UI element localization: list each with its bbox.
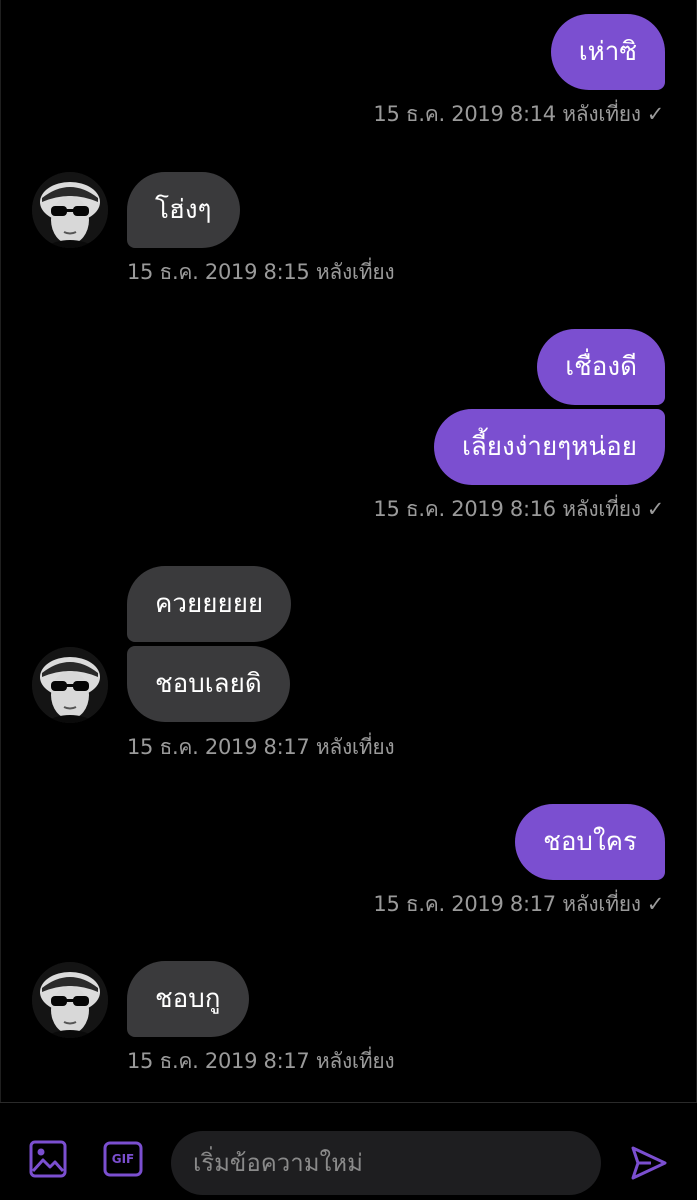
timestamp-text: 15 ธ.ค. 2019 8:16 หลังเที่ยง xyxy=(373,497,641,521)
sent-message-bubble[interactable]: เห่าซิ xyxy=(550,14,665,90)
gif-label: GIF xyxy=(111,1152,135,1166)
avatar-image xyxy=(32,647,108,723)
received-message-bubble[interactable]: โฮ่งๆ xyxy=(127,172,240,248)
send-icon[interactable] xyxy=(629,1143,669,1183)
contact-avatar[interactable] xyxy=(32,962,108,1038)
contact-avatar[interactable] xyxy=(32,172,108,248)
received-message-bubble[interactable]: ควยยยยย xyxy=(127,566,292,642)
read-check-icon: ✓ xyxy=(646,892,665,916)
received-timestamp: 15 ธ.ค. 2019 8:17 หลังเที่ยง xyxy=(127,735,395,759)
sent-timestamp: 15 ธ.ค. 2019 8:16 หลังเที่ยง ✓ xyxy=(373,493,664,526)
timestamp-text: 15 ธ.ค. 2019 8:17 หลังเที่ยง xyxy=(373,892,641,916)
received-timestamp: 15 ธ.ค. 2019 8:15 หลังเที่ยง xyxy=(127,260,395,284)
sent-message-bubble[interactable]: เลี้ยงง่ายๆหน่อย xyxy=(433,409,665,485)
received-message-bubble[interactable]: ชอบกู xyxy=(127,961,249,1037)
received-timestamp: 15 ธ.ค. 2019 8:17 หลังเที่ยง xyxy=(127,1049,395,1073)
sent-timestamp: 15 ธ.ค. 2019 8:17 หลังเที่ยง ✓ xyxy=(373,888,664,921)
gif-button[interactable]: GIF xyxy=(103,1139,143,1179)
contact-avatar[interactable] xyxy=(32,647,108,723)
sent-message-bubble[interactable]: เชื่องดี xyxy=(537,329,665,405)
read-check-icon: ✓ xyxy=(646,102,665,126)
received-message-bubble[interactable]: ชอบเลยดิ xyxy=(127,646,290,722)
message-thread: เห่าซิ 15 ธ.ค. 2019 8:14 หลังเที่ยง ✓ โฮ่… xyxy=(0,0,697,1102)
avatar-image xyxy=(32,962,108,1038)
sent-timestamp: 15 ธ.ค. 2019 8:14 หลังเที่ยง ✓ xyxy=(373,98,664,131)
message-input[interactable] xyxy=(171,1131,601,1195)
timestamp-text: 15 ธ.ค. 2019 8:14 หลังเที่ยง xyxy=(373,102,641,126)
image-icon[interactable] xyxy=(28,1139,68,1179)
message-composer: GIF xyxy=(0,1102,697,1200)
sent-message-bubble[interactable]: ชอบใคร xyxy=(515,804,665,880)
avatar-image xyxy=(32,172,108,248)
read-check-icon: ✓ xyxy=(646,497,665,521)
